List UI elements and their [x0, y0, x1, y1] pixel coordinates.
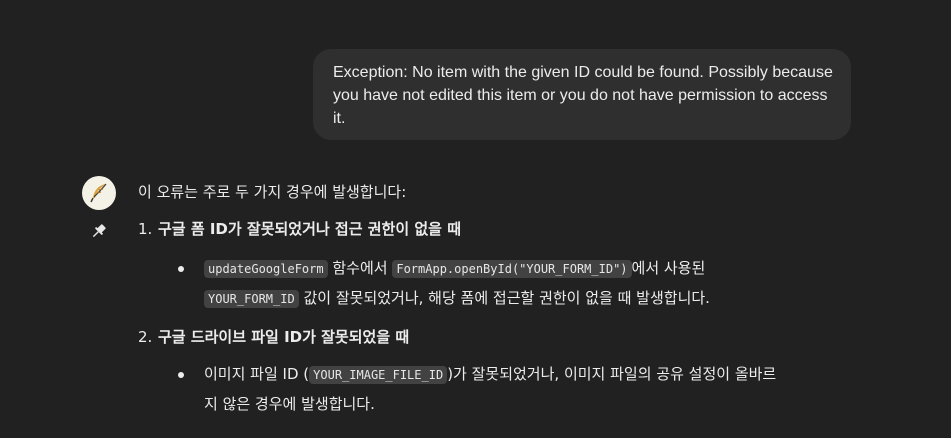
assistant-reply: 이 오류는 주로 두 가지 경우에 발생합니다: 1. 구글 폼 ID가 잘못되… — [138, 181, 858, 419]
chat-page: Exception: No item with the given ID cou… — [0, 0, 951, 438]
reply-intro: 이 오류는 주로 두 가지 경우에 발생합니다: — [138, 183, 407, 201]
bullet-text: 지 않은 경우에 발생합니다. — [204, 395, 375, 413]
bullet-text: 함수에서 — [327, 259, 393, 277]
bullet-dot — [178, 266, 184, 272]
bullet-text: )가 잘못되었거나, 이미지 파일의 공유 설정이 올바르 — [447, 365, 777, 383]
item-number: 1. — [138, 220, 153, 238]
bullet-dot — [178, 372, 184, 378]
bullet-text: 이미지 파일 ID ( — [204, 365, 310, 383]
bullet-item: 이미지 파일 ID (YOUR_IMAGE_FILE_ID)가 잘못되었거나, … — [138, 360, 858, 419]
pushpin-icon[interactable] — [89, 221, 109, 241]
inline-code: YOUR_IMAGE_FILE_ID — [309, 366, 448, 384]
list-item: 2. 구글 드라이브 파일 ID가 잘못되었을 때 — [138, 326, 858, 348]
user-message-bubble: Exception: No item with the given ID cou… — [313, 49, 851, 140]
user-message-text: Exception: No item with the given ID cou… — [333, 64, 833, 127]
bullet-text: 에서 사용된 — [631, 259, 706, 277]
inline-code: FormApp.openById("YOUR_FORM_ID") — [392, 260, 632, 278]
bullet-item: updateGoogleForm 함수에서 FormApp.openById("… — [138, 254, 858, 314]
inline-code: YOUR_FORM_ID — [204, 290, 299, 308]
bullet-text: 값이 잘못되었거나, 해당 폼에 접근할 권한이 없을 때 발생합니다. — [298, 289, 710, 307]
feather-logo-icon — [82, 176, 116, 210]
inline-code: updateGoogleForm — [204, 260, 328, 278]
item-title: 구글 드라이브 파일 ID가 잘못되었을 때 — [158, 328, 410, 346]
list-item: 1. 구글 폼 ID가 잘못되었거나 접근 권한이 없을 때 — [138, 218, 858, 240]
item-title: 구글 폼 ID가 잘못되었거나 접근 권한이 없을 때 — [158, 220, 461, 238]
item-number: 2. — [138, 328, 153, 346]
